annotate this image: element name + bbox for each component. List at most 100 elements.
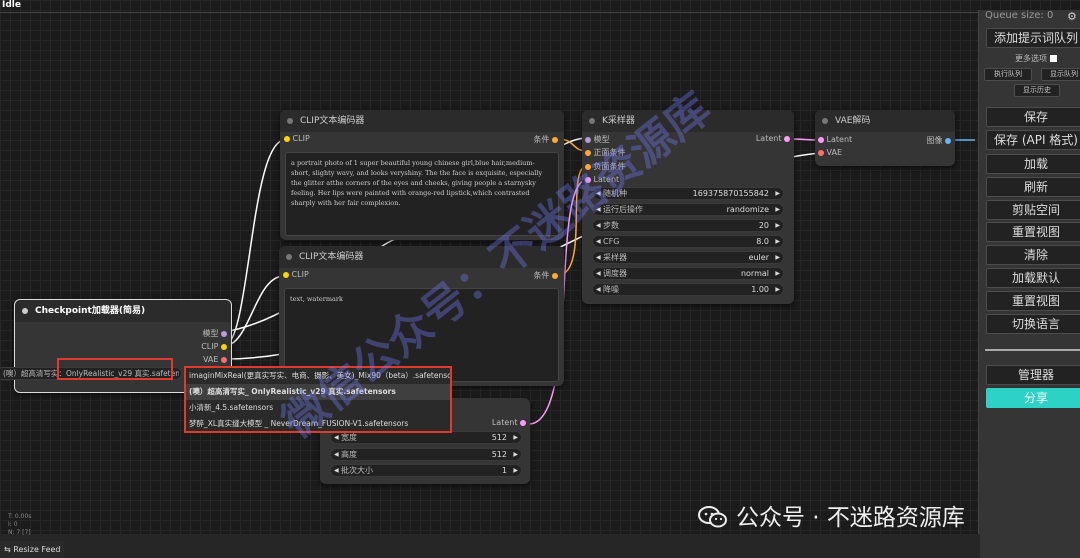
output-slot-model[interactable]: 模型: [202, 328, 227, 339]
control-after-generate-widget[interactable]: ◀ 运行后操作 randomize ▶: [592, 203, 784, 216]
load-button[interactable]: 加载: [986, 154, 1080, 174]
dropdown-option[interactable]: 小清新_4.5.safetensors: [186, 400, 450, 416]
decrement-arrow-icon[interactable]: ◀: [596, 204, 601, 215]
input-slot-latent[interactable]: Latent: [585, 175, 619, 184]
queue-prompt-button[interactable]: 添加提示词队列: [986, 28, 1080, 48]
sampler-widget[interactable]: ◀ 采样器 euler ▶: [592, 251, 784, 264]
output-slot-image[interactable]: 图像: [926, 135, 951, 146]
input-slot-positive[interactable]: 正面条件: [585, 147, 626, 158]
input-slot-model[interactable]: 模型: [585, 134, 610, 145]
output-slot-clip[interactable]: CLIP: [201, 342, 227, 351]
more-options-toggle[interactable]: 更多选项: [1015, 53, 1057, 64]
scheduler-widget[interactable]: ◀ 调度器 normal ▶: [592, 267, 784, 280]
output-slot-conditioning[interactable]: 条件: [533, 270, 558, 281]
decrement-arrow-icon[interactable]: ◀: [596, 268, 601, 279]
view-queue-button[interactable]: 执行队列: [984, 68, 1032, 81]
height-widget[interactable]: ◀ 高度 512 ▶: [330, 448, 522, 461]
clear-button[interactable]: 清除: [986, 245, 1080, 265]
slot-dot-icon: [552, 136, 558, 143]
decrement-arrow-icon[interactable]: ◀: [596, 188, 601, 199]
cfg-widget[interactable]: ◀ CFG 8.0 ▶: [592, 235, 784, 248]
reset-view-button-2[interactable]: 重置视图: [986, 291, 1080, 311]
slot-label: 模型: [202, 329, 219, 338]
decrement-arrow-icon[interactable]: ◀: [596, 236, 601, 247]
node-title[interactable]: CLIP文本编码器: [279, 246, 564, 268]
widget-label: 降噪: [603, 285, 619, 294]
manager-button[interactable]: 管理器: [986, 365, 1080, 385]
view-history-button[interactable]: 显示历史: [1014, 84, 1060, 97]
increment-arrow-icon[interactable]: ▶: [513, 449, 518, 460]
slot-dot-icon: [784, 135, 790, 142]
stat-n: N: 7 [7]: [8, 529, 31, 536]
increment-arrow-icon[interactable]: ▶: [775, 204, 780, 215]
steps-widget[interactable]: ◀ 步数 20 ▶: [592, 219, 784, 232]
input-slot-vae[interactable]: VAE: [818, 148, 842, 157]
reset-view-button[interactable]: 重置视图: [986, 222, 1080, 242]
input-slot-negative[interactable]: 负面条件: [585, 161, 626, 172]
widget-label: 步数: [603, 221, 619, 230]
decrement-arrow-icon[interactable]: ◀: [334, 432, 339, 443]
clipspace-button[interactable]: 剪贴空间: [986, 200, 1080, 220]
input-slot-latent[interactable]: Latent: [818, 135, 852, 144]
slot-dot-icon: [585, 149, 591, 156]
slot-dot-icon: [585, 163, 591, 170]
input-slot-clip[interactable]: CLIP: [284, 134, 310, 143]
save-button[interactable]: 保存: [986, 107, 1080, 127]
checkpoint-dropdown-menu[interactable]: imaginMixReal(更真实写实、电商、摄影、美女)_Mix90（beta…: [184, 366, 452, 433]
slot-label: Latent: [826, 135, 853, 144]
input-slot-clip[interactable]: CLIP: [283, 270, 309, 279]
output-slot-vae[interactable]: VAE: [203, 355, 227, 364]
increment-arrow-icon[interactable]: ▶: [775, 236, 780, 247]
dropdown-option[interactable]: 梦醉_XL真实缝大模型 _ NeverDream_FUSION-V1.safet…: [186, 416, 450, 432]
vae-decode-node[interactable]: VAE解码 Latent VAE 图像: [815, 110, 955, 166]
denoise-widget[interactable]: ◀ 降噪 1.00 ▶: [592, 283, 784, 296]
collapse-dot-icon[interactable]: [822, 118, 828, 124]
increment-arrow-icon[interactable]: ▶: [775, 188, 780, 199]
resize-feed-label: Resize Feed: [13, 545, 61, 554]
increment-arrow-icon[interactable]: ▶: [513, 465, 518, 476]
save-api-button[interactable]: 保存 (API 格式): [986, 130, 1080, 150]
output-slot-latent[interactable]: Latent: [756, 134, 790, 143]
clip-text-encode-node-2[interactable]: CLIP文本编码器 CLIP 条件 text, watermark: [279, 246, 564, 386]
node-title[interactable]: K采样器: [582, 110, 794, 132]
widget-label: 高度: [341, 450, 357, 459]
node-title[interactable]: VAE解码: [815, 110, 955, 132]
ksampler-node[interactable]: K采样器 模型 正面条件 负面条件 Latent Latent ◀ 随机种 16…: [582, 110, 794, 304]
share-button[interactable]: 分享: [986, 388, 1080, 408]
decrement-arrow-icon[interactable]: ◀: [596, 284, 601, 295]
increment-arrow-icon[interactable]: ▶: [775, 284, 780, 295]
view-queue-button-2[interactable]: 显示队列: [1041, 68, 1080, 81]
seed-widget[interactable]: ◀ 随机种 169375870155842 ▶: [592, 187, 784, 200]
widget-label: 采样器: [603, 253, 627, 262]
clip-text-encode-node-1[interactable]: CLIP文本编码器 CLIP 条件 a portrait photo of 1 …: [280, 110, 564, 240]
more-options-checkbox[interactable]: [1049, 55, 1057, 62]
gear-icon[interactable]: ⚙: [1067, 10, 1077, 23]
output-slot-latent[interactable]: Latent: [492, 418, 526, 427]
collapse-dot-icon[interactable]: [22, 308, 28, 314]
output-slot-conditioning[interactable]: 条件: [533, 134, 558, 145]
decrement-arrow-icon[interactable]: ◀: [596, 220, 601, 231]
switch-language-button[interactable]: 切换语言: [986, 314, 1080, 334]
node-title[interactable]: Checkpoint加载器(简易): [15, 300, 231, 322]
resize-icon: ⇆: [4, 545, 11, 554]
node-title[interactable]: CLIP文本编码器: [280, 110, 564, 132]
increment-arrow-icon[interactable]: ▶: [775, 220, 780, 231]
collapse-dot-icon[interactable]: [287, 118, 293, 124]
increment-arrow-icon[interactable]: ▶: [775, 252, 780, 263]
slot-dot-icon: [552, 272, 558, 279]
decrement-arrow-icon[interactable]: ◀: [334, 449, 339, 460]
prompt-textarea[interactable]: a portrait photo of 1 super beautiful yo…: [285, 152, 559, 236]
decrement-arrow-icon[interactable]: ◀: [596, 252, 601, 263]
collapse-dot-icon[interactable]: [589, 118, 595, 124]
collapse-dot-icon[interactable]: [286, 254, 292, 260]
increment-arrow-icon[interactable]: ▶: [513, 432, 518, 443]
dropdown-option[interactable]: imaginMixReal(更真实写实、电商、摄影、美女)_Mix90（beta…: [186, 368, 450, 384]
load-default-button[interactable]: 加载默认: [986, 268, 1080, 288]
decrement-arrow-icon[interactable]: ◀: [334, 465, 339, 476]
increment-arrow-icon[interactable]: ▶: [775, 268, 780, 279]
widget-value: euler: [748, 253, 769, 262]
dropdown-option-selected[interactable]: (噢）超高清写实_ OnlyRealistic_v29 真实.safetenso…: [186, 384, 450, 400]
batch-size-widget[interactable]: ◀ 批次大小 1 ▶: [330, 464, 522, 477]
refresh-button[interactable]: 刷新: [986, 177, 1080, 197]
resize-feed-button[interactable]: ⇆ Resize Feed: [0, 541, 64, 558]
